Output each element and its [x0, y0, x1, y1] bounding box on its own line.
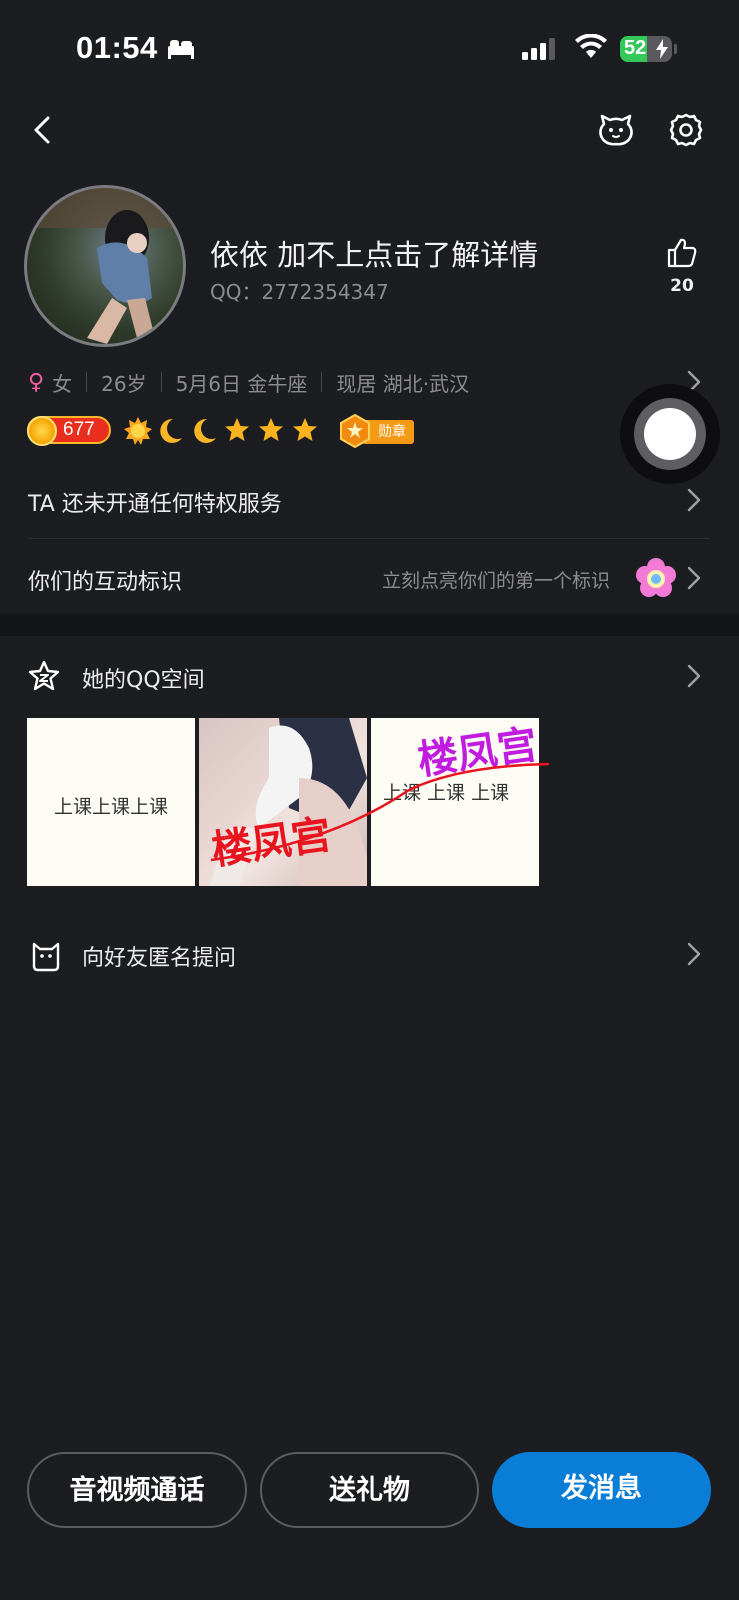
cat-box-icon: [32, 942, 60, 972]
anon-question-row[interactable]: 向好友匿名提问: [0, 924, 739, 986]
vip-text: TA 还未开通任何特权服务: [28, 492, 282, 517]
interaction-hint: 立刻点亮你们的第一个标识: [382, 570, 611, 592]
chevron-right-icon: [687, 942, 701, 966]
settings-button[interactable]: [666, 110, 706, 150]
medal-badge: 勋章: [340, 414, 416, 448]
pet-face-icon: [599, 114, 633, 146]
birthday-text: 5月6日 金牛座: [175, 371, 308, 396]
send-message-button[interactable]: 发消息: [492, 1452, 711, 1528]
assistive-touch-dot: [644, 408, 696, 460]
star-icon: [293, 418, 317, 441]
separator: [86, 372, 88, 392]
female-icon: ♀: [28, 369, 45, 395]
like-count: 20: [670, 276, 694, 296]
cellular-signal-icon: [522, 38, 555, 60]
sun-icon: [124, 417, 152, 445]
thumbs-up-icon: [667, 238, 697, 268]
chevron-right-icon: [687, 664, 701, 688]
profile-info-row[interactable]: ♀ 女 26岁 5月6日 金牛座 现居 湖北·武汉: [28, 366, 718, 398]
sleep-focus-icon: [168, 40, 194, 59]
pet-button[interactable]: [596, 110, 636, 150]
medal-icon: [340, 414, 370, 448]
nickname: 依依 加不上点击了解详情: [210, 238, 539, 272]
interaction-title: 你们的互动标识: [28, 570, 183, 595]
thumb-text: 上课上课上课: [53, 796, 168, 818]
chevron-right-icon: [687, 488, 701, 512]
interaction-mark-row[interactable]: 你们的互动标识 立刻点亮你们的第一个标识: [0, 546, 739, 608]
battery-level: 52: [624, 37, 647, 59]
moon-icon: [160, 418, 182, 443]
avatar-photo: [27, 188, 183, 344]
status-time: 01:54: [76, 30, 158, 65]
like-button[interactable]: 20: [662, 236, 702, 296]
section-gap: [0, 614, 739, 636]
coin-icon: [27, 416, 57, 446]
back-button[interactable]: [24, 110, 64, 150]
send-gift-button[interactable]: 送礼物: [260, 1452, 479, 1528]
gender-text: 女: [52, 371, 73, 396]
vip-row[interactable]: TA 还未开通任何特权服务: [0, 468, 739, 530]
qzone-star-icon: [28, 660, 60, 691]
age-text: 26岁: [101, 371, 147, 396]
battery-cap: [674, 44, 677, 54]
qzone-title: 她的QQ空间: [82, 668, 205, 693]
watermark-swoosh: [210, 762, 549, 862]
av-call-button[interactable]: 音视频通话: [27, 1452, 247, 1528]
coin-badge: 677: [27, 416, 111, 446]
star-icon: [225, 418, 249, 441]
qq-number: QQ：2772354347: [210, 280, 389, 304]
gear-icon: [669, 113, 703, 147]
avatar[interactable]: [24, 185, 186, 347]
star-icon: [259, 418, 283, 441]
status-bar: 01:54 52: [0, 0, 739, 100]
separator: [160, 372, 162, 392]
divider: [28, 538, 710, 539]
coin-count: 677: [63, 419, 95, 440]
anon-question-title: 向好友匿名提问: [82, 946, 237, 971]
battery-indicator: 52: [620, 36, 672, 62]
qzone-thumb[interactable]: 上课上课上课: [27, 718, 195, 886]
moon-icon: [194, 418, 216, 443]
chevron-left-icon: [34, 116, 50, 144]
chevron-right-icon: [687, 566, 701, 590]
qzone-row[interactable]: 她的QQ空间: [0, 646, 739, 706]
charging-bolt-icon: [656, 39, 668, 59]
flower-icon: [636, 558, 676, 597]
location-text: 现居 湖北·武汉: [336, 371, 470, 396]
separator: [321, 372, 323, 392]
wifi-icon: [575, 34, 607, 58]
